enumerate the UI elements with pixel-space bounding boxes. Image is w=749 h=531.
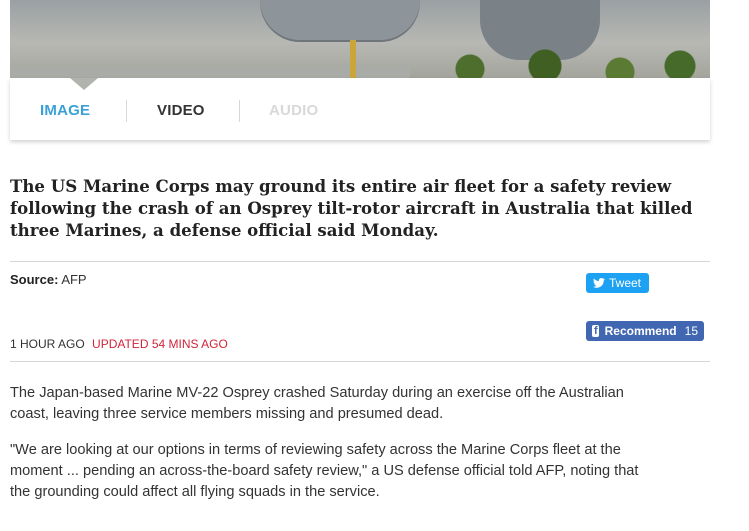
headline-line: three Marines, a defense official said M…	[10, 220, 439, 240]
paragraph-line: The Japan-based Marine MV-22 Osprey cras…	[10, 385, 624, 401]
updated-time: UPDATED 54 MINS AGO	[92, 337, 228, 351]
tab-divider	[239, 100, 240, 122]
tab-image[interactable]: IMAGE	[40, 102, 90, 119]
twitter-bird-icon	[593, 278, 605, 288]
paragraph-line: moment ... pending an across-the-board s…	[10, 463, 639, 479]
facebook-f-icon: f	[592, 325, 599, 337]
tab-video[interactable]: VIDEO	[157, 102, 205, 119]
headline-line: following the crash of an Osprey tilt-ro…	[10, 198, 693, 218]
paragraph-line: "We are looking at our options in terms …	[10, 442, 621, 458]
tweet-label: Tweet	[608, 276, 641, 290]
divider	[10, 261, 710, 262]
active-tab-pointer	[70, 78, 98, 90]
article-photo	[10, 0, 710, 78]
source-value: AFP	[61, 272, 87, 287]
media-tabbar: IMAGE VIDEO AUDIO	[10, 78, 710, 140]
article-paragraph: The Japan-based Marine MV-22 Osprey cras…	[10, 383, 710, 425]
recommend-count: 15	[684, 324, 698, 338]
recommend-label: Recommend	[604, 324, 677, 338]
divider	[10, 361, 710, 362]
article-source: Source: AFP	[10, 272, 87, 287]
paragraph-line: coast, leaving three service members mis…	[10, 406, 444, 422]
paragraph-line: the grounding could affect all flying sq…	[10, 484, 380, 500]
article-paragraph: "We are looking at our options in terms …	[10, 440, 710, 503]
article-headline: The US Marine Corps may ground its entir…	[10, 175, 700, 241]
tab-audio[interactable]: AUDIO	[269, 102, 318, 119]
photo-trees	[410, 48, 710, 78]
tab-divider	[126, 100, 127, 122]
photo-aircraft	[260, 0, 420, 40]
tweet-button[interactable]: Tweet	[586, 273, 649, 293]
photo-taxi-stripe	[350, 40, 356, 78]
source-label: Source:	[10, 272, 59, 287]
facebook-recommend-button[interactable]: f Recommend 15	[586, 321, 704, 341]
headline-line: The US Marine Corps may ground its entir…	[10, 176, 672, 196]
article-timestamps: 1 HOUR AGO UPDATED 54 MINS AGO	[10, 337, 228, 351]
published-time: 1 HOUR AGO	[10, 337, 85, 351]
